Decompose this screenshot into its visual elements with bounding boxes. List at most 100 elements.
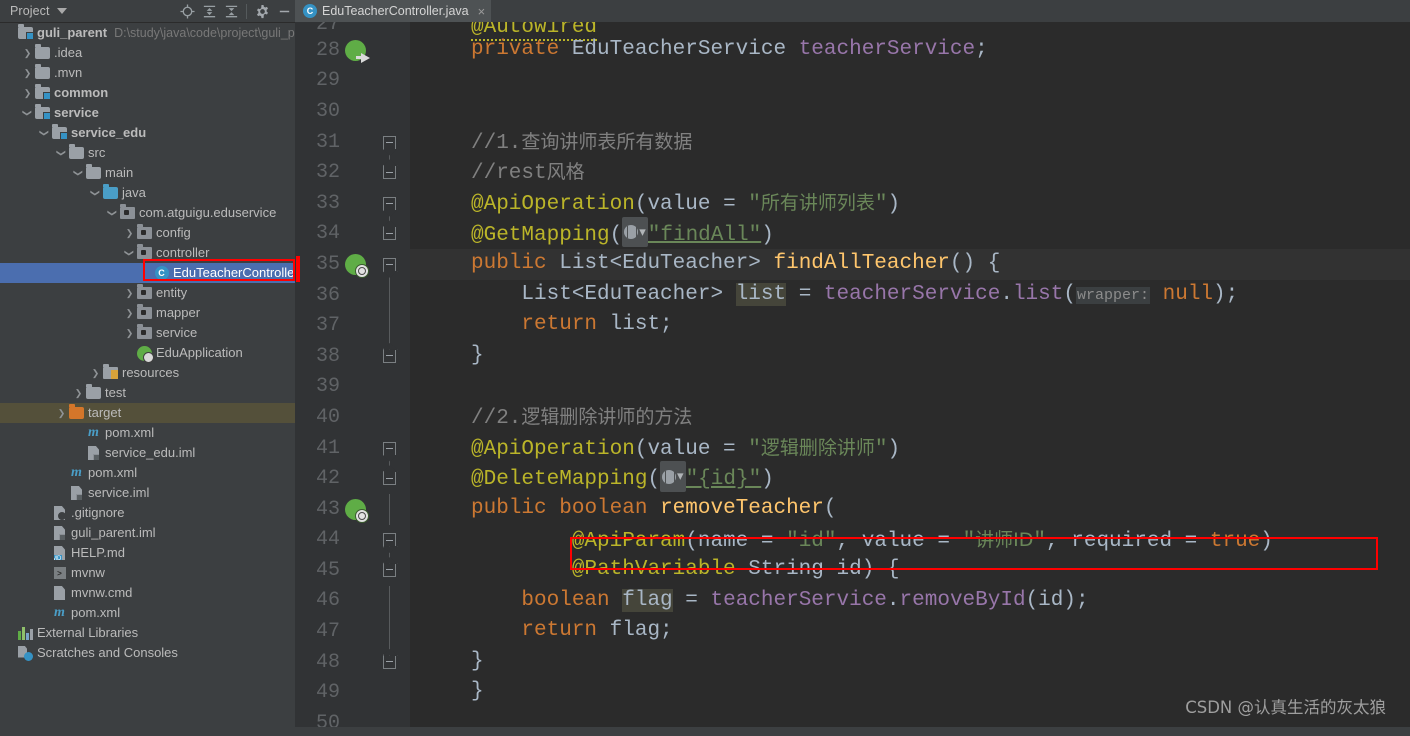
tree-item-mvnw-cmd[interactable]: mvnw.cmd	[0, 583, 295, 603]
code-line-36[interactable]: 36 List<EduTeacher> list = teacherServic…	[295, 279, 1410, 311]
tree-item-com-atguigu-eduservice[interactable]: ❯ com.atguigu.eduservice	[0, 203, 295, 223]
tree-item-service-iml[interactable]: service.iml	[0, 483, 295, 503]
code-line-30[interactable]: 30	[295, 96, 1410, 127]
fold-marker-44[interactable]	[375, 525, 403, 556]
code-line-45[interactable]: 45 @PathVariable String id) {	[295, 555, 1410, 586]
code-line-29[interactable]: 29	[295, 65, 1410, 97]
chevron-right-icon[interactable]: ❯	[21, 83, 34, 103]
tree-item-pom-xml[interactable]: m pom.xml	[0, 603, 295, 623]
web-endpoint-icon[interactable]: ▾	[622, 216, 648, 248]
fold-marker-41[interactable]	[375, 433, 403, 464]
code-line-32[interactable]: 32 //rest风格	[295, 157, 1410, 188]
tree-item-help-md[interactable]: HELP.md	[0, 543, 295, 563]
java-class-icon: C	[153, 263, 170, 283]
code-line-27[interactable]: 27 @Autowired	[295, 22, 1410, 41]
code-line-46[interactable]: 46 boolean flag = teacherService.removeB…	[295, 585, 1410, 617]
tree-item-config[interactable]: ❯ config	[0, 223, 295, 243]
fold-marker-31[interactable]	[375, 127, 403, 158]
fold-marker-29	[375, 66, 403, 97]
chevron-right-icon[interactable]: ❯	[72, 383, 85, 403]
code-line-40[interactable]: 40 //2.逻辑删除讲师的方法	[295, 402, 1410, 433]
tree-item-eduapplication[interactable]: EduApplication	[0, 343, 295, 363]
minimize-icon[interactable]	[273, 1, 295, 21]
tree-item-scratches-and-consoles[interactable]: Scratches and Consoles	[0, 643, 295, 663]
tree-item-service[interactable]: ❯ service	[0, 103, 295, 123]
tree-item-resources[interactable]: ❯ resources	[0, 363, 295, 383]
code-line-34[interactable]: 34 @GetMapping(▾ "findAll")	[295, 216, 1410, 250]
tree-item-mapper[interactable]: ❯ mapper	[0, 303, 295, 323]
collapse-all-icon[interactable]	[220, 1, 242, 21]
tree-item-service[interactable]: ❯ service	[0, 323, 295, 343]
tree-item-pom-xml[interactable]: m pom.xml	[0, 463, 295, 483]
code-line-44[interactable]: 44 @ApiParam(name = "id", value = "讲师ID"…	[295, 524, 1410, 556]
code-line-47[interactable]: 47 return flag;	[295, 616, 1410, 647]
code-editor[interactable]: 27 @Autowired 28 private EduTeacherService …	[295, 22, 1410, 736]
fold-marker-35[interactable]	[375, 249, 403, 280]
gear-icon[interactable]	[251, 1, 273, 21]
tree-item-mvn[interactable]: ❯ .mvn	[0, 63, 295, 83]
project-title[interactable]: Project	[6, 4, 50, 18]
tree-item-label: guli_parent	[37, 25, 108, 40]
tree-item-service-edu-iml[interactable]: service_edu.iml	[0, 443, 295, 463]
chevron-right-icon[interactable]: ❯	[123, 283, 136, 303]
tree-item-mvnw[interactable]: > mvnw	[0, 563, 295, 583]
chevron-right-icon[interactable]: ❯	[123, 223, 136, 243]
tree-item-service-edu[interactable]: ❯ service_edu	[0, 123, 295, 143]
chevron-right-icon[interactable]: ❯	[123, 323, 136, 343]
chevron-right-icon[interactable]: ❯	[21, 63, 34, 83]
gutter-line-37: 37	[295, 310, 410, 341]
code-line-41[interactable]: 41 @ApiOperation(value = "逻辑删除讲师")	[295, 432, 1410, 464]
fold-marker-45[interactable]	[375, 555, 403, 586]
spring-request-mapping-icon[interactable]	[343, 498, 375, 523]
tree-item-java[interactable]: ❯ java	[0, 183, 295, 203]
chevron-right-icon[interactable]: ❯	[123, 303, 136, 323]
code-line-28[interactable]: 28 private EduTeacherService teacherServi…	[295, 35, 1410, 66]
code-line-42[interactable]: 42 @DeleteMapping(▾ "{id}")	[295, 461, 1410, 494]
chevron-right-icon[interactable]: ❯	[89, 363, 102, 383]
tree-item-label: mvnw.cmd	[71, 585, 133, 600]
gutter-line-31: 31	[295, 126, 410, 158]
editor-tab-eduteachercontroller[interactable]: C EduTeacherController.java ×	[295, 0, 492, 22]
fold-marker-48[interactable]	[375, 646, 403, 678]
code-line-43[interactable]: 43 public boolean removeTeacher(	[295, 493, 1410, 525]
chevron-right-icon[interactable]: ❯	[55, 403, 68, 423]
fold-marker-38[interactable]	[375, 340, 403, 372]
tree-item-guli-parent[interactable]: guli_parent D:\study\java\code\project\gu…	[0, 23, 295, 43]
code-line-39[interactable]: 39	[295, 371, 1410, 403]
tree-item-test[interactable]: ❯ test	[0, 383, 295, 403]
tree-item-guli-parent-iml[interactable]: guli_parent.iml	[0, 523, 295, 543]
tree-item-gitignore[interactable]: .gitignore	[0, 503, 295, 523]
tree-item-common[interactable]: ❯ common	[0, 83, 295, 103]
code-line-37[interactable]: 37 return list;	[295, 310, 1410, 341]
spring-bean-autowired-icon[interactable]	[343, 39, 375, 63]
close-icon[interactable]: ×	[478, 5, 486, 18]
tree-item-target[interactable]: ❯ target	[0, 403, 295, 423]
tree-item-controller[interactable]: ❯ controller	[0, 243, 295, 263]
project-tree[interactable]: guli_parent D:\study\java\code\project\gu…	[0, 23, 295, 736]
tree-item-main[interactable]: ❯ main	[0, 163, 295, 183]
tree-item-src[interactable]: ❯ src	[0, 143, 295, 163]
spring-request-mapping-icon[interactable]	[343, 253, 375, 278]
code-line-38[interactable]: 38}	[295, 340, 1410, 372]
tree-item-label: HELP.md	[71, 545, 125, 560]
chevron-down-icon[interactable]	[56, 8, 67, 14]
fold-marker-32[interactable]	[375, 157, 403, 188]
expand-all-icon[interactable]	[198, 1, 220, 21]
fold-marker-34[interactable]	[375, 218, 403, 250]
tree-item-external-libraries[interactable]: External Libraries	[0, 623, 295, 643]
chevron-right-icon[interactable]: ❯	[21, 43, 34, 63]
web-endpoint-icon[interactable]: ▾	[660, 461, 686, 492]
code-line-48[interactable]: 48}	[295, 646, 1410, 678]
fold-marker-42[interactable]	[375, 463, 403, 494]
tree-item-eduteachercontroller[interactable]: C EduTeacherController	[0, 263, 295, 283]
tree-item-pom-xml[interactable]: m pom.xml	[0, 423, 295, 443]
code-line-35[interactable]: 35 public List<EduTeacher> findAllTeacher…	[295, 249, 1410, 280]
tree-item-entity[interactable]: ❯ entity	[0, 283, 295, 303]
code-line-33[interactable]: 33 @ApiOperation(value = "所有讲师列表")	[295, 187, 1410, 219]
tree-item-idea[interactable]: ❯ .idea	[0, 43, 295, 63]
code-line-31[interactable]: 31 //1.查询讲师表所有数据	[295, 126, 1410, 158]
fold-marker-33[interactable]	[375, 188, 403, 219]
gutter-line-48: 48	[295, 646, 410, 678]
locate-icon[interactable]	[176, 1, 198, 21]
